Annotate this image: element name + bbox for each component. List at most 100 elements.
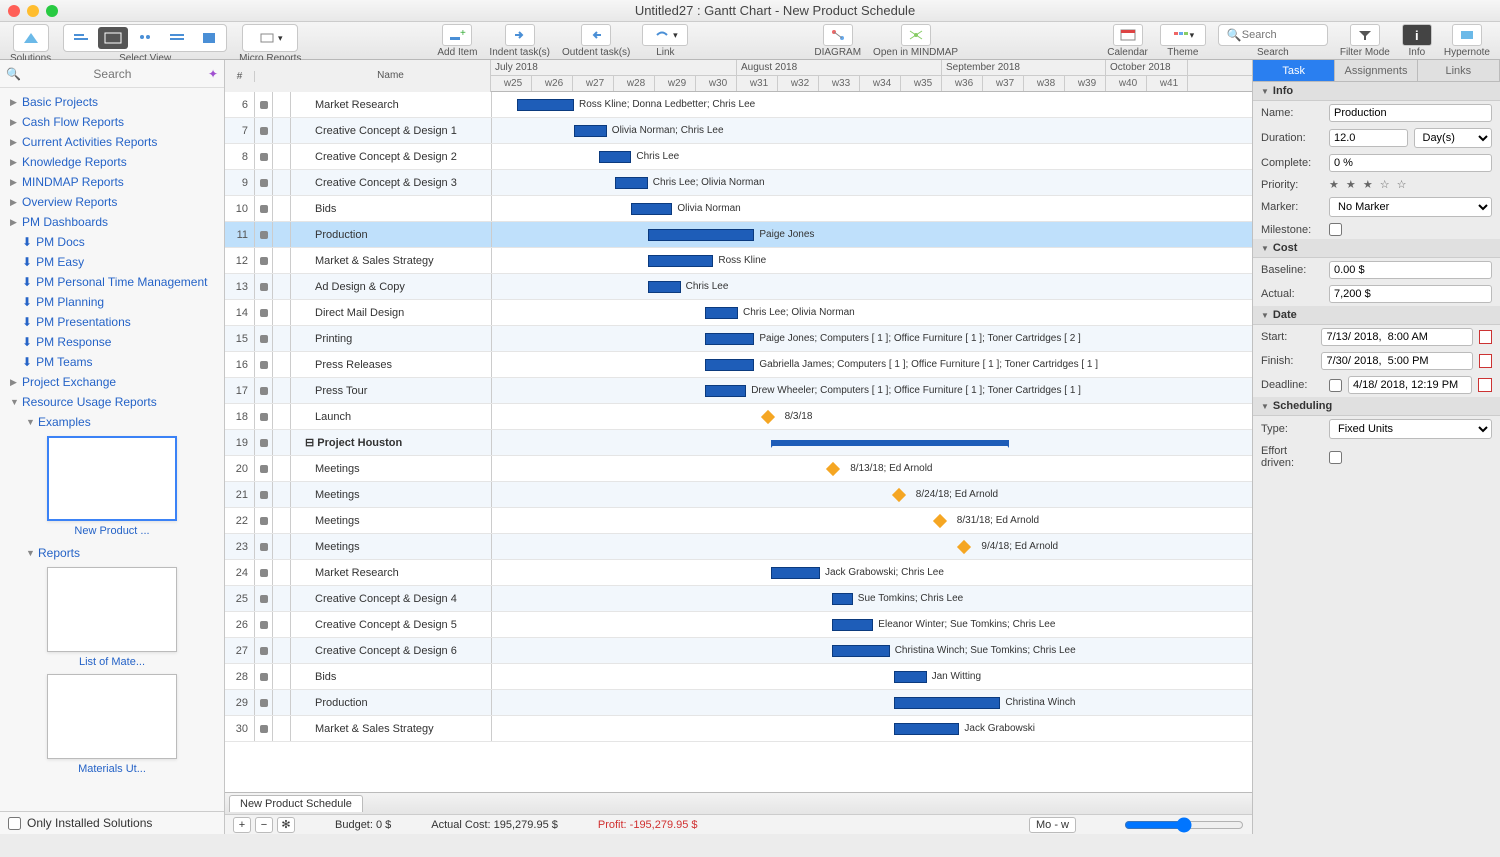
task-row[interactable]: 28BidsJan Witting — [225, 664, 1252, 690]
field-effort[interactable] — [1329, 451, 1342, 464]
field-complete[interactable] — [1329, 154, 1492, 172]
sidebar-item[interactable]: ▶Basic Projects — [0, 92, 224, 112]
task-name[interactable]: Direct Mail Design — [291, 300, 491, 325]
sidebar-item[interactable]: ⬇ PM Docs — [0, 232, 224, 252]
task-name[interactable]: Creative Concept & Design 6 — [291, 638, 491, 663]
field-milestone[interactable] — [1329, 223, 1342, 236]
task-name[interactable]: Production — [291, 222, 491, 247]
task-row[interactable]: 25Creative Concept & Design 4Sue Tomkins… — [225, 586, 1252, 612]
field-baseline[interactable] — [1329, 261, 1492, 279]
info-button[interactable]: i — [1402, 24, 1432, 46]
task-row[interactable]: 24Market ResearchJack Grabowski; Chris L… — [225, 560, 1252, 586]
gantt-bar[interactable]: Chris Lee; Olivia Norman — [705, 307, 738, 319]
task-row[interactable]: 19⊟ Project Houston — [225, 430, 1252, 456]
puzzle-icon[interactable]: ✦ — [208, 67, 218, 81]
task-name[interactable]: Meetings — [291, 482, 491, 507]
sidebar-item[interactable]: ⬇ PM Planning — [0, 292, 224, 312]
gantt-bar[interactable]: Ross Kline; Donna Ledbetter; Chris Lee — [517, 99, 574, 111]
field-name[interactable] — [1329, 104, 1492, 122]
zoom-window[interactable] — [46, 5, 58, 17]
sidebar-item[interactable]: ⬇ PM Personal Time Management — [0, 272, 224, 292]
sidebar-item[interactable]: ⬇ PM Easy — [0, 252, 224, 272]
remove-row-button[interactable]: − — [255, 817, 273, 833]
task-row[interactable]: 18Launch8/3/18 — [225, 404, 1252, 430]
add-row-button[interactable]: + — [233, 817, 251, 833]
task-row[interactable]: 26Creative Concept & Design 5Eleanor Win… — [225, 612, 1252, 638]
indent-button[interactable] — [505, 24, 535, 46]
calendar-icon[interactable] — [1478, 378, 1492, 392]
sidebar-item[interactable]: ▶Cash Flow Reports — [0, 112, 224, 132]
task-name[interactable]: Creative Concept & Design 4 — [291, 586, 491, 611]
task-row[interactable]: 10BidsOlivia Norman — [225, 196, 1252, 222]
zoom-slider[interactable] — [1124, 817, 1244, 833]
col-name[interactable]: Name — [291, 60, 491, 92]
sidebar-item[interactable]: ▼Resource Usage Reports — [0, 392, 224, 412]
sidebar-item[interactable]: ⬇ PM Teams — [0, 352, 224, 372]
task-row[interactable]: 20Meetings8/13/18; Ed Arnold — [225, 456, 1252, 482]
task-name[interactable]: Production — [291, 690, 491, 715]
view-table[interactable] — [162, 27, 192, 49]
task-name[interactable]: Launch — [291, 404, 491, 429]
milestone-marker[interactable] — [892, 488, 906, 502]
outdent-button[interactable] — [581, 24, 611, 46]
close-window[interactable] — [8, 5, 20, 17]
deadline-check[interactable] — [1329, 379, 1342, 392]
tab-task[interactable]: Task — [1253, 60, 1335, 81]
sidebar-item[interactable]: ⬇ PM Response — [0, 332, 224, 352]
sidebar-item[interactable]: ▶PM Dashboards — [0, 212, 224, 232]
task-row[interactable]: 6Market ResearchRoss Kline; Donna Ledbet… — [225, 92, 1252, 118]
milestone-marker[interactable] — [761, 410, 775, 424]
gantt-bar[interactable]: Jack Grabowski; Chris Lee — [771, 567, 820, 579]
solutions-button[interactable] — [16, 27, 46, 49]
task-row[interactable]: 12Market & Sales StrategyRoss Kline — [225, 248, 1252, 274]
task-row[interactable]: 30Market & Sales StrategyJack Grabowski — [225, 716, 1252, 742]
gantt-bar[interactable]: Christina Winch — [894, 697, 1001, 709]
gantt-bar[interactable]: Eleanor Winter; Sue Tomkins; Chris Lee — [832, 619, 873, 631]
task-row[interactable]: 7Creative Concept & Design 1Olivia Norma… — [225, 118, 1252, 144]
task-row[interactable]: 21Meetings8/24/18; Ed Arnold — [225, 482, 1252, 508]
milestone-marker[interactable] — [933, 514, 947, 528]
task-name[interactable]: Ad Design & Copy — [291, 274, 491, 299]
task-row[interactable]: 27Creative Concept & Design 6Christina W… — [225, 638, 1252, 664]
filter-button[interactable] — [1350, 24, 1380, 46]
task-row[interactable]: 8Creative Concept & Design 2Chris Lee — [225, 144, 1252, 170]
task-row[interactable]: 16Press ReleasesGabriella James; Compute… — [225, 352, 1252, 378]
view-report[interactable] — [194, 27, 224, 49]
gantt-bar[interactable]: Christina Winch; Sue Tomkins; Chris Lee — [832, 645, 889, 657]
diagram-button[interactable] — [823, 24, 853, 46]
task-name[interactable]: Press Releases — [291, 352, 491, 377]
task-row[interactable]: 29ProductionChristina Winch — [225, 690, 1252, 716]
task-name[interactable]: Printing — [291, 326, 491, 351]
task-name[interactable]: Meetings — [291, 456, 491, 481]
gantt-bar[interactable]: Paige Jones — [648, 229, 755, 241]
field-duration-unit[interactable]: Day(s) — [1414, 128, 1493, 148]
field-actual[interactable] — [1329, 285, 1492, 303]
tab-assignments[interactable]: Assignments — [1335, 60, 1417, 81]
field-sched-type[interactable]: Fixed Units — [1329, 419, 1492, 439]
gantt-bar[interactable]: Drew Wheeler; Computers [ 1 ]; Office Fu… — [705, 385, 746, 397]
add-item-button[interactable]: + — [442, 24, 472, 46]
calendar-icon[interactable] — [1479, 330, 1492, 344]
task-name[interactable]: Meetings — [291, 534, 491, 559]
sidebar-search[interactable] — [21, 67, 204, 81]
theme-button[interactable]: ▾ — [1160, 24, 1206, 46]
field-marker[interactable]: No Marker — [1329, 197, 1492, 217]
thumb-list-mate[interactable] — [47, 567, 177, 652]
task-name[interactable]: Market Research — [291, 560, 491, 585]
mindmap-button[interactable] — [901, 24, 931, 46]
gantt-bar[interactable]: Ross Kline — [648, 255, 714, 267]
field-deadline[interactable] — [1348, 376, 1472, 394]
task-row[interactable]: 11ProductionPaige Jones — [225, 222, 1252, 248]
minimize-window[interactable] — [27, 5, 39, 17]
task-name[interactable]: Market & Sales Strategy — [291, 248, 491, 273]
field-start[interactable] — [1321, 328, 1473, 346]
toolbar-search[interactable]: 🔍 — [1218, 24, 1328, 46]
gantt-bar[interactable]: Gabriella James; Computers [ 1 ]; Office… — [705, 359, 754, 371]
gantt-bar[interactable]: Jan Witting — [894, 671, 927, 683]
gantt-bar[interactable]: Jack Grabowski — [894, 723, 960, 735]
task-name[interactable]: Creative Concept & Design 2 — [291, 144, 491, 169]
view-gantt[interactable] — [66, 27, 96, 49]
gantt-bar[interactable]: Olivia Norman; Chris Lee — [574, 125, 607, 137]
task-row[interactable]: 23Meetings9/4/18; Ed Arnold — [225, 534, 1252, 560]
task-name[interactable]: Creative Concept & Design 1 — [291, 118, 491, 143]
